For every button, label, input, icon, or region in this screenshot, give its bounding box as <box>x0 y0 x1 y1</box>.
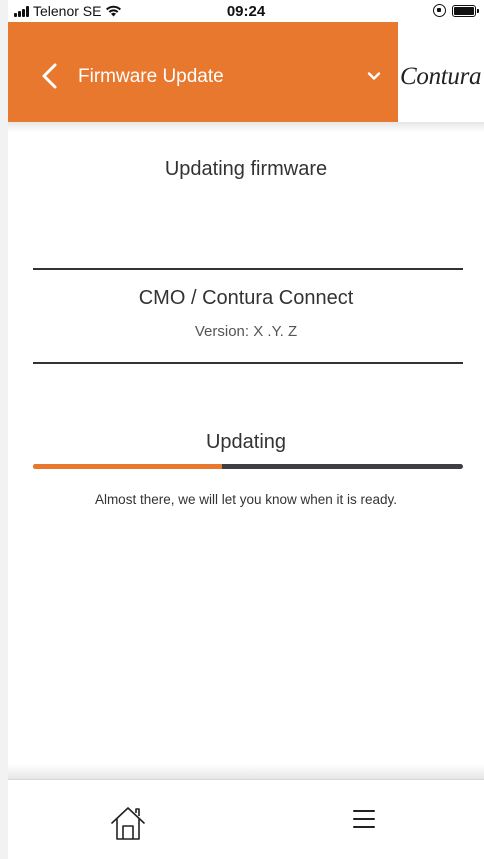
status-bar: Telenor SE 09:24 <box>8 0 484 22</box>
divider-top <box>33 268 463 270</box>
progress-message: Almost there, we will let you know when … <box>94 492 398 507</box>
status-right <box>433 4 479 17</box>
home-icon[interactable] <box>108 804 148 842</box>
back-button[interactable] <box>38 62 62 90</box>
bottom-nav-shadow <box>8 764 484 780</box>
progress-label: Updating <box>205 431 287 453</box>
bottom-nav <box>8 779 484 859</box>
brand-logo-area: Contura <box>398 22 484 122</box>
page-header-title: Firmware Update <box>78 66 224 87</box>
chevron-down-icon[interactable] <box>364 66 384 86</box>
battery-icon <box>452 4 479 17</box>
header-shadow <box>8 122 484 132</box>
hamburger-menu-icon[interactable] <box>353 810 375 830</box>
rotation-lock-icon <box>433 4 446 17</box>
device-version: Version: X .Y. Z <box>194 323 298 340</box>
app-screen: Telenor SE 09:24 Firmware Update Contura… <box>8 0 484 859</box>
divider-bottom <box>33 362 463 364</box>
page-title: Updating firmware <box>164 158 328 180</box>
app-header: Firmware Update <box>8 22 398 122</box>
status-time: 09:24 <box>226 3 266 20</box>
device-name: CMO / Contura Connect <box>138 287 354 309</box>
progress-fill <box>33 464 223 469</box>
progress-bar <box>33 464 463 469</box>
brand-logo: Contura <box>400 63 482 90</box>
